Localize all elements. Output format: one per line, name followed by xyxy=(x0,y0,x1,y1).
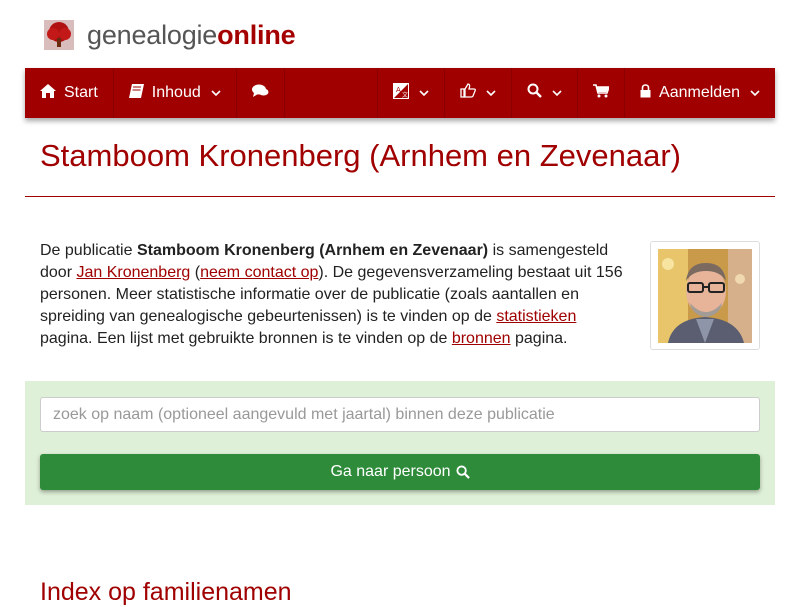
person-search-input[interactable] xyxy=(40,397,760,432)
language-icon: A文 xyxy=(393,82,410,104)
nav-thumbs[interactable] xyxy=(445,68,513,118)
surname-index-heading: Index op familienamen xyxy=(40,578,292,606)
chevron-down-icon xyxy=(211,84,221,102)
chevron-down-icon xyxy=(419,84,429,102)
lock-icon xyxy=(640,83,651,103)
contact-link[interactable]: neem contact op xyxy=(200,264,318,281)
page-title: Stamboom Kronenberg (Arnhem en Zevenaar) xyxy=(40,138,681,173)
comments-icon xyxy=(251,84,269,103)
person-search-panel: Ga naar persoon xyxy=(25,381,775,505)
home-icon xyxy=(40,83,56,103)
thumbs-up-icon xyxy=(460,83,477,103)
nav-login[interactable]: Aanmelden xyxy=(625,68,775,118)
author-photo-frame xyxy=(650,241,760,350)
shopping-cart-icon xyxy=(593,83,611,103)
author-link[interactable]: Jan Kronenberg xyxy=(76,264,190,281)
go-to-person-button[interactable]: Ga naar persoon xyxy=(40,454,760,490)
sources-link[interactable]: bronnen xyxy=(452,330,511,347)
main-navbar: Start Inhoud A文 Aanmelden xyxy=(25,68,775,118)
statistics-link[interactable]: statistieken xyxy=(496,308,576,325)
author-photo xyxy=(658,249,752,343)
book-icon xyxy=(128,83,144,103)
site-logo[interactable]: genealogieonline xyxy=(44,18,296,52)
nav-cart[interactable] xyxy=(578,68,626,118)
svg-text:A: A xyxy=(396,86,401,94)
search-icon xyxy=(455,465,470,479)
nav-chat[interactable] xyxy=(237,68,285,118)
site-name: genealogieonline xyxy=(87,19,296,50)
nav-search[interactable] xyxy=(512,68,579,118)
chevron-down-icon xyxy=(750,84,760,102)
svg-text:文: 文 xyxy=(402,91,408,99)
nav-start-label: Start xyxy=(64,84,98,101)
go-to-person-label: Ga naar persoon xyxy=(330,463,451,480)
publication-intro: De publicatie Stamboom Kronenberg (Arnhe… xyxy=(40,242,623,347)
nav-inhoud-label: Inhoud xyxy=(151,84,201,101)
search-icon xyxy=(527,83,542,103)
nav-inhoud[interactable]: Inhoud xyxy=(114,68,237,118)
title-divider xyxy=(25,196,775,197)
nav-login-label: Aanmelden xyxy=(659,84,740,101)
tree-logo-icon xyxy=(44,20,74,50)
nav-spacer xyxy=(285,68,379,118)
nav-start[interactable]: Start xyxy=(25,68,114,118)
chevron-down-icon xyxy=(486,84,496,102)
chevron-down-icon xyxy=(552,84,562,102)
nav-language[interactable]: A文 xyxy=(378,68,446,118)
publication-name: Stamboom Kronenberg (Arnhem en Zevenaar) xyxy=(136,242,489,259)
